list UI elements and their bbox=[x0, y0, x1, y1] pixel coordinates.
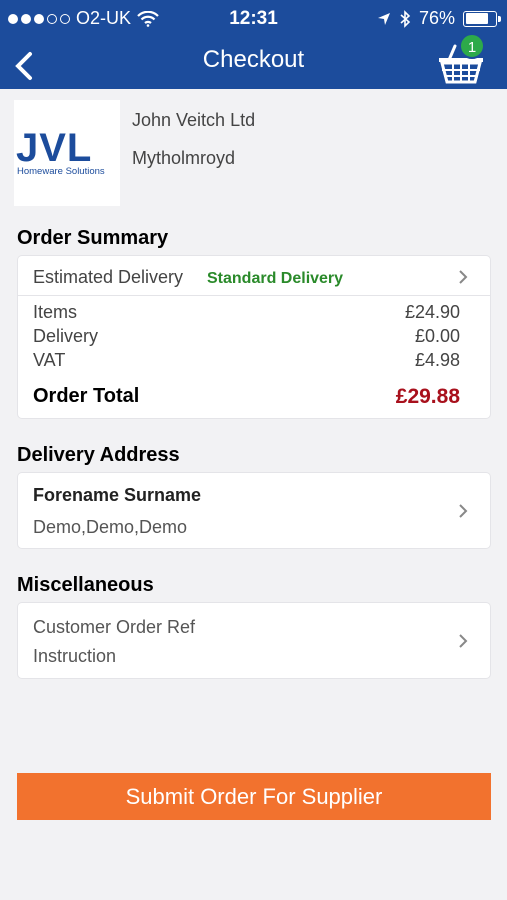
delivery-method: Standard Delivery bbox=[207, 270, 344, 287]
supplier-info: JVL Homeware Solutions John Veitch Ltd M… bbox=[14, 100, 494, 206]
delivery-address-heading: Delivery Address bbox=[17, 444, 180, 466]
battery-percent: 76% bbox=[418, 8, 455, 28]
order-total-label: Order Total bbox=[33, 385, 140, 407]
page-title: Checkout bbox=[202, 46, 305, 73]
customer-order-ref: Customer Order Ref bbox=[33, 617, 196, 637]
app-header: O2-UK 12:31 76% Checkout 1 bbox=[0, 0, 507, 89]
recipient-name: Forename Surname bbox=[33, 485, 202, 505]
estimated-delivery-row[interactable]: Estimated Delivery Standard Delivery bbox=[18, 256, 490, 296]
location-icon bbox=[377, 12, 390, 25]
delivery-address-card[interactable]: Forename Surname Demo,Demo,Demo bbox=[18, 473, 490, 548]
vat-label: VAT bbox=[33, 350, 66, 370]
items-label: Items bbox=[33, 302, 78, 322]
logo-subtitle: Homeware Solutions bbox=[17, 166, 105, 177]
chevron-right-icon bbox=[459, 270, 468, 284]
items-value: £24.90 bbox=[404, 302, 460, 322]
cart-count-badge: 1 bbox=[459, 33, 485, 59]
bluetooth-icon bbox=[400, 9, 411, 28]
instruction-field: Instruction bbox=[33, 646, 117, 666]
supplier-town: Mytholmroyd bbox=[132, 148, 236, 168]
chevron-right-icon bbox=[459, 504, 468, 518]
logo-text: JVL bbox=[16, 126, 93, 170]
supplier-logo: JVL Homeware Solutions bbox=[14, 100, 120, 206]
delivery-cost-value: £0.00 bbox=[414, 326, 460, 346]
supplier-name: John Veitch Ltd bbox=[132, 110, 256, 130]
status-bar: O2-UK 12:31 76% bbox=[0, 0, 507, 36]
address-line: Demo,Demo,Demo bbox=[33, 517, 188, 537]
order-summary-card: Estimated Delivery Standard Delivery Ite… bbox=[18, 256, 490, 418]
chevron-right-icon bbox=[459, 634, 468, 648]
order-summary-heading: Order Summary bbox=[17, 227, 169, 249]
vat-value: £4.98 bbox=[414, 350, 460, 370]
order-total-value: £29.88 bbox=[395, 385, 460, 408]
delivery-cost-label: Delivery bbox=[33, 326, 99, 346]
miscellaneous-card[interactable]: Customer Order Ref Instruction bbox=[18, 603, 490, 678]
miscellaneous-heading: Miscellaneous bbox=[17, 574, 154, 596]
battery-icon bbox=[463, 10, 501, 27]
estimated-delivery-label: Estimated Delivery bbox=[33, 267, 184, 287]
submit-order-button[interactable]: Submit Order For Supplier bbox=[17, 773, 491, 820]
